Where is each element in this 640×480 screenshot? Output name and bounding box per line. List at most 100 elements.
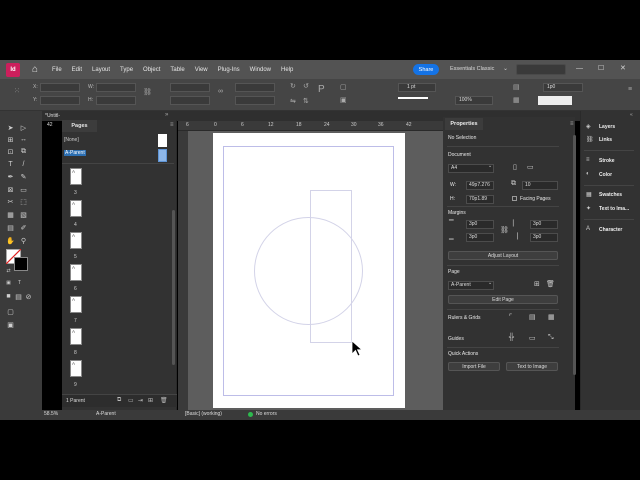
page-thumbnail[interactable]: A (70, 264, 82, 281)
page-size-icon[interactable]: ▭ (128, 397, 134, 404)
direct-selection-tool-icon[interactable]: ▷ (19, 123, 28, 132)
minimize-icon[interactable]: — (576, 65, 583, 72)
parent-a-label[interactable]: A-Parent (64, 150, 86, 156)
collapse-dock-icon[interactable]: « (630, 112, 633, 118)
chevron-down-icon[interactable]: ⌄ (488, 163, 492, 169)
maximize-icon[interactable]: ☐ (598, 64, 604, 72)
adjust-layout-button[interactable]: Adjust Layout (448, 251, 558, 260)
margin-top-field[interactable]: 3p0 (466, 220, 494, 229)
edit-page-button[interactable]: Edit Page (448, 295, 558, 304)
dock-item-links[interactable]: Links (599, 137, 612, 143)
app-logo[interactable]: Id (6, 62, 20, 77)
apply-none-icon[interactable]: ⊘ (24, 292, 33, 301)
select-container-icon[interactable]: ▢ (340, 83, 347, 91)
chevron-down-icon[interactable]: ⌄ (488, 280, 492, 286)
auto-fit-icon[interactable]: ▦ (513, 96, 520, 104)
properties-menu-icon[interactable]: ≡ (570, 121, 574, 127)
rulers-icon[interactable]: ⌜ (509, 313, 512, 321)
shear-field[interactable] (235, 96, 275, 105)
menu-help[interactable]: Help (281, 67, 293, 73)
new-page-icon[interactable]: ⊞ (148, 397, 153, 404)
workspace-switcher[interactable]: Essentials Classic (450, 66, 494, 72)
text-to-image-button[interactable]: Text to Image (506, 362, 558, 371)
parent-none-thumbnail[interactable] (158, 134, 167, 147)
flip-vertical-icon[interactable]: ⇅ (303, 97, 309, 105)
hand-tool-icon[interactable]: ✋ (6, 236, 15, 245)
delete-parent-icon[interactable]: 🗑 (546, 280, 555, 288)
dock-item-layers[interactable]: Layers (599, 124, 615, 130)
select-content-icon[interactable]: ▣ (340, 96, 347, 104)
menu-file[interactable]: File (52, 67, 62, 73)
home-icon[interactable]: ⌂ (28, 63, 42, 77)
character-icon[interactable]: A (586, 226, 590, 232)
landscape-icon[interactable]: ▭ (527, 163, 534, 171)
link-margins-icon[interactable]: ⛓ (500, 226, 509, 234)
selection-type-icon[interactable]: P (318, 84, 325, 95)
panel-menu-icon[interactable]: ≡ (170, 122, 174, 128)
page-thumbnail[interactable]: A (70, 296, 82, 313)
dock-item-text-to-image[interactable]: Text to Ima... (599, 206, 629, 212)
menu-object[interactable]: Object (143, 67, 160, 73)
baseline-grid-icon[interactable]: ▤ (529, 313, 536, 321)
search-input[interactable] (516, 64, 566, 75)
document-grid-icon[interactable]: ▦ (548, 313, 555, 321)
constrain-link-icon[interactable]: ⛓ (143, 88, 152, 96)
zoom-tool-icon[interactable]: ⚲ (19, 236, 28, 245)
menu-plugins[interactable]: Plug-Ins (218, 67, 240, 73)
screen-mode-icon[interactable]: ▣ (6, 320, 15, 329)
line-tool-icon[interactable]: / (19, 160, 28, 169)
vertical-ruler[interactable] (178, 131, 188, 411)
stroke-color-icon[interactable] (14, 257, 28, 271)
margin-left-field[interactable]: 3p0 (530, 220, 558, 229)
y-field[interactable] (40, 96, 80, 105)
pencil-tool-icon[interactable]: ✎ (19, 172, 28, 181)
stroke-weight-field[interactable]: 1 pt (398, 83, 436, 92)
menu-view[interactable]: View (195, 67, 208, 73)
gradient-swatch-tool-icon[interactable]: ▦ (6, 210, 15, 219)
facing-pages-checkbox[interactable] (512, 196, 517, 201)
note-tool-icon[interactable]: ▤ (6, 223, 15, 232)
control-menu-icon[interactable]: ≡ (628, 86, 632, 93)
preflight-status[interactable]: No errors (256, 411, 277, 417)
layers-icon[interactable]: ◈ (586, 123, 591, 130)
flip-horizontal-icon[interactable]: ⇋ (290, 97, 296, 105)
free-transform-tool-icon[interactable]: ⬚ (19, 197, 28, 206)
stroke-type-preview[interactable] (398, 97, 428, 99)
rectangle-shape[interactable] (310, 190, 352, 343)
rectangle-tool-icon[interactable]: ▭ (19, 185, 28, 194)
chevron-down-icon[interactable]: ⌄ (503, 65, 508, 72)
lock-guides-icon[interactable]: ▭ (529, 334, 536, 342)
page-thumbnail[interactable]: A (70, 328, 82, 345)
zoom-level[interactable]: 58.5% (44, 411, 58, 417)
links-icon[interactable]: ⛓ (586, 136, 594, 143)
scissors-tool-icon[interactable]: ✂ (6, 197, 15, 206)
link-icon[interactable]: ∞ (218, 88, 223, 95)
edit-page-size-icon[interactable]: ⧉ (117, 397, 121, 404)
rotate-ccw-icon[interactable]: ↺ (303, 82, 309, 90)
reference-point-icon[interactable]: ⁙ (14, 87, 20, 95)
margin-bottom-field[interactable]: 3p0 (466, 233, 494, 242)
pen-tool-icon[interactable]: ✒ (6, 172, 15, 181)
tab-properties[interactable]: Properties (445, 118, 483, 130)
h-field[interactable] (96, 96, 136, 105)
new-parent-icon[interactable]: ⊞ (534, 280, 540, 288)
width-field[interactable]: 49p7.276 (466, 181, 494, 190)
gap-tool-icon[interactable]: ↔ (19, 135, 28, 144)
swap-colors-icon[interactable]: ⇄ (4, 266, 13, 275)
scale-y-field[interactable] (170, 96, 210, 105)
dock-item-stroke[interactable]: Stroke (599, 158, 615, 164)
menu-table[interactable]: Table (170, 67, 184, 73)
style-swatch[interactable] (538, 96, 572, 105)
content-placer-icon[interactable]: ⧉ (19, 147, 28, 156)
preflight-profile[interactable]: [Basic] (working) (185, 411, 222, 417)
swatches-icon[interactable]: ▦ (586, 191, 592, 198)
page-navigator[interactable]: A-Parent (96, 411, 116, 417)
formatting-text-icon[interactable]: T (15, 278, 24, 287)
menu-window[interactable]: Window (250, 67, 271, 73)
tab-pages[interactable]: Pages (62, 120, 97, 132)
parent-a-thumbnail[interactable] (158, 149, 167, 162)
smart-guides-icon[interactable]: ⤡ (548, 334, 554, 342)
pages-scrollbar[interactable] (172, 210, 175, 365)
parent-none-label[interactable]: [None] (64, 137, 79, 143)
show-guides-icon[interactable]: ╬ (509, 334, 514, 341)
